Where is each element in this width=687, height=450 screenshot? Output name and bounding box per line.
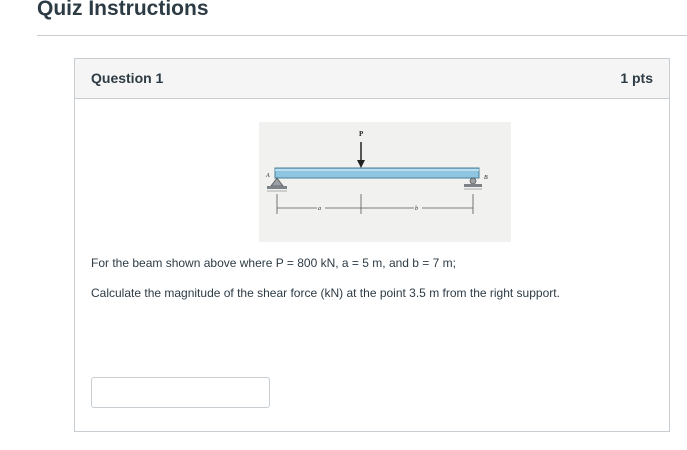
question-card: Question 1 1 pts P A B a b For the beam … (74, 58, 670, 432)
dimension-lines (276, 194, 474, 214)
question-header: Question 1 1 pts (75, 59, 669, 99)
right-roller-support (464, 177, 482, 190)
dimension-label-a: a (318, 206, 321, 212)
support-label-a: A (265, 173, 270, 179)
answer-input[interactable] (91, 377, 270, 408)
question-text-prompt: Calculate the magnitude of the shear for… (91, 286, 560, 300)
support-label-b: B (484, 175, 488, 181)
dimension-label-b: b (415, 206, 418, 212)
beam-figure: P A B a b (259, 122, 511, 242)
left-pin-support (267, 177, 287, 192)
beam-diagram: P A B a b (265, 130, 488, 214)
question-title: Question 1 (91, 70, 164, 86)
question-text-given: For the beam shown above where P = 800 k… (91, 256, 456, 270)
question-points: 1 pts (620, 70, 653, 86)
load-label: P (359, 130, 364, 138)
title-divider (37, 35, 687, 36)
page-title: Quiz Instructions (37, 0, 209, 20)
